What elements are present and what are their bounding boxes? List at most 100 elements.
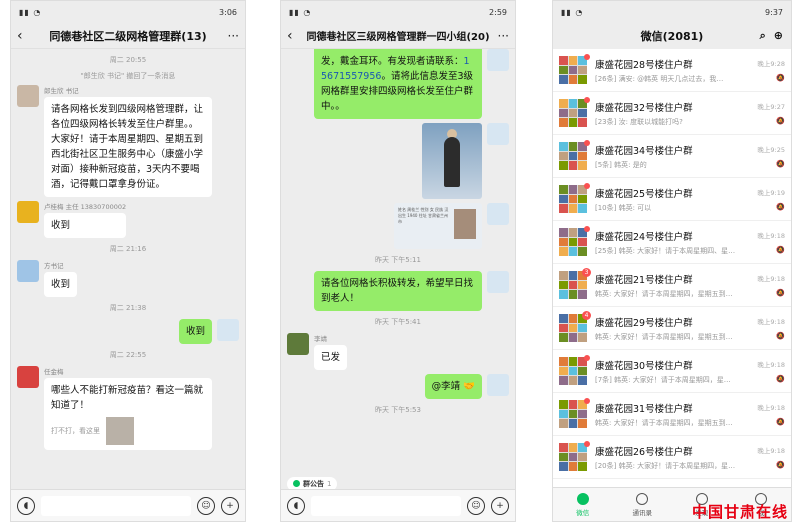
- message-bubble[interactable]: 请各网格长发到四级网格管理群，让各位四级网格长转发至住户群里。。大家好！请于本周…: [44, 97, 212, 197]
- id-card-portrait: [454, 209, 476, 239]
- chat-screen-1: ▮▮ ◔ 3:06 ‹ 同德巷社区二级网格管理群(13) ··· 周二 20:5…: [10, 0, 246, 522]
- voice-icon[interactable]: ◖: [17, 496, 35, 515]
- signal-icon: ▮▮ ◔: [561, 7, 584, 17]
- group-avatar: 4: [559, 311, 591, 342]
- message-bubble[interactable]: 发，戴金耳环。有发现者请联系：15671557956。请将此信息发至3级网格群里…: [314, 49, 482, 119]
- group-avatar-tile: [568, 247, 578, 256]
- timestamp: 周二 21:38: [109, 304, 147, 312]
- mute-icon: 🔕: [776, 332, 785, 340]
- message-bubble[interactable]: 请各位网格长积极转发，希望早日找到老人！: [314, 271, 482, 311]
- message-bubble[interactable]: 收到: [44, 213, 127, 238]
- message-text: 发，戴金耳环。有发现者请联系：: [321, 56, 464, 67]
- conversation-row[interactable]: 4 康盛花园29号楼住户群 韩英: 大家好！请于本周星期四，星期五到… 晚上9:18 🔕: [553, 307, 791, 350]
- group-avatar-tile: [568, 271, 578, 280]
- conversation-name: 康盛花园24号楼住户群: [595, 231, 693, 243]
- avatar[interactable]: [487, 374, 509, 396]
- conversation-row[interactable]: 康盛花园25号楼住户群 [10条] 韩英: 可以 晚上9:19 🔕: [553, 178, 791, 221]
- message-list[interactable]: 发，戴金耳环。有发现者请联系：15671557956。请将此信息发至3级网格群里…: [281, 49, 515, 469]
- back-icon[interactable]: ‹: [287, 28, 303, 44]
- conversation-row[interactable]: 康盛花园28号楼住户群 [26条] 满安: @韩英 明天几点过去，我… 晚上9:28…: [553, 49, 791, 92]
- mute-icon: 🔕: [776, 375, 785, 383]
- group-avatar-tile: [578, 161, 587, 170]
- conversation-preview: [26条] 满安: @韩英 明天几点过去，我…: [595, 74, 724, 83]
- conversation-list[interactable]: 康盛花园28号楼住户群 [26条] 满安: @韩英 明天几点过去，我… 晚上9:28…: [553, 49, 791, 487]
- conversation-row[interactable]: 康盛花园32号楼住户群 [23条] 汝: 度联以城能打吗? 晚上9:27 🔕: [553, 92, 791, 135]
- conversation-time: 晚上9:28: [757, 60, 785, 68]
- conversation-time: 晚上9:18: [757, 404, 785, 412]
- message: 卢桂梅 主任 13830700002 收到: [17, 201, 239, 238]
- avatar[interactable]: [487, 49, 509, 71]
- group-avatar-tile: [559, 271, 568, 280]
- avatar[interactable]: [487, 123, 509, 145]
- group-avatar-tile: [568, 118, 578, 127]
- more-icon[interactable]: ···: [493, 29, 509, 43]
- conversation-name: 康盛花园31号楼住户群: [595, 403, 693, 415]
- message-bubble[interactable]: 已发: [314, 345, 348, 370]
- conversation-row[interactable]: 康盛花园31号楼住户群 韩英: 大家好！请于本周星期四，星期五到… 晚上9:18 🔕: [553, 393, 791, 436]
- plus-icon[interactable]: +: [221, 496, 239, 515]
- plus-icon[interactable]: +: [491, 496, 509, 515]
- message-input[interactable]: [311, 495, 461, 516]
- tab-contacts[interactable]: 通讯录: [613, 488, 673, 521]
- group-avatar-tile: [559, 409, 568, 419]
- avatar[interactable]: [487, 203, 509, 225]
- back-icon[interactable]: ‹: [17, 28, 33, 44]
- message-bubble[interactable]: 收到: [44, 272, 78, 297]
- conversation-row[interactable]: 康盛花园34号楼住户群 [5条] 韩英: 是的 晚上9:25 🔕: [553, 135, 791, 178]
- search-icon[interactable]: ⌕: [760, 29, 766, 43]
- message-bubble[interactable]: @李靖 🤝: [424, 374, 482, 399]
- message-self: 请各位网格长积极转发，希望早日找到老人！: [287, 271, 509, 311]
- conversation-name: 康盛花园32号楼住户群: [595, 102, 693, 114]
- more-icon[interactable]: ···: [223, 29, 239, 43]
- conversation-row[interactable]: 康盛花园30号楼住户群 [7条] 韩英: 大家好！请于本周星期四，星… 晚上9:18…: [553, 350, 791, 393]
- group-avatar: [559, 398, 590, 428]
- conversation-row[interactable]: 康盛花园24号楼住户群 [25条] 韩英: 大家好！请于本周星期四、星… 晚上9:1…: [553, 221, 791, 264]
- article-thumbnail: [106, 417, 134, 445]
- tab-chats[interactable]: 微信: [553, 488, 613, 521]
- group-avatar-tile: [559, 185, 568, 194]
- message-input[interactable]: [41, 495, 191, 516]
- add-icon[interactable]: ⊕: [774, 29, 783, 43]
- avatar[interactable]: [17, 260, 39, 282]
- conversation-preview: [7条] 韩英: 大家好！请于本周星期四，星…: [595, 375, 731, 384]
- group-avatar-tile: [578, 237, 587, 247]
- avatar[interactable]: [17, 366, 39, 388]
- group-avatar-tile: [568, 280, 578, 290]
- group-avatar-tile: [578, 452, 587, 462]
- group-avatar-tile: [568, 419, 578, 428]
- group-avatar: [559, 97, 590, 127]
- avatar[interactable]: [217, 319, 239, 341]
- group-avatar: [559, 441, 590, 471]
- mute-icon: 🔕: [776, 160, 785, 168]
- group-avatar-tile: [568, 99, 578, 108]
- photo-message[interactable]: [422, 123, 482, 199]
- group-avatar-tile: [559, 194, 568, 204]
- group-avatar-tile: [559, 228, 568, 237]
- avatar[interactable]: [17, 201, 39, 223]
- id-card-photo[interactable]: 姓名 周桂兰 性别 女 民族 汉 出生 1940 住址 甘肃省兰州市: [394, 203, 482, 249]
- sender-name: 任金梅: [44, 368, 64, 376]
- emoji-icon[interactable]: ☺: [197, 496, 215, 515]
- unread-dot: [584, 183, 590, 189]
- person-figure: [444, 137, 460, 187]
- conversation-name: 康盛花园21号楼住户群: [595, 274, 693, 286]
- group-avatar-tile: [578, 323, 587, 333]
- group-avatar-tile: [568, 65, 578, 75]
- avatar[interactable]: [17, 85, 39, 107]
- chat-title: 同德巷社区三级网格管理群一四小组(20): [306, 32, 490, 43]
- unread-dot: [584, 54, 590, 60]
- message-list[interactable]: 周二 20:55 "郎生欣 书记" 撤回了一条消息 郎生欣 书记 请各网格长发到…: [11, 49, 245, 489]
- unread-dot: [584, 398, 590, 404]
- avatar[interactable]: [487, 271, 509, 293]
- voice-icon[interactable]: ◖: [287, 496, 305, 515]
- shared-article[interactable]: 哪些人不能打新冠疫苗？看这一篇就知道了！ 打不打，看这里: [44, 378, 212, 450]
- emoji-icon[interactable]: ☺: [467, 496, 485, 515]
- conversation-preview: 韩英: 大家好！请于本周星期四，星期五到…: [595, 332, 733, 341]
- conversation-time: 晚上9:18: [757, 275, 785, 283]
- conversation-row[interactable]: 康盛花园26号楼住户群 [20条] 韩英: 大家好！请于本周星期四，星… 晚上9:1…: [553, 436, 791, 479]
- chat-title: 同德巷社区二级网格管理群(13): [49, 29, 207, 43]
- conversation-row[interactable]: 3 康盛花园21号楼住户群 韩英: 大家好！请于本周星期四，星期五到… 晚上9:18 🔕: [553, 264, 791, 307]
- message-bubble[interactable]: 收到: [178, 319, 212, 344]
- avatar[interactable]: [287, 333, 309, 355]
- conversation-time: 晚上9:25: [757, 146, 785, 154]
